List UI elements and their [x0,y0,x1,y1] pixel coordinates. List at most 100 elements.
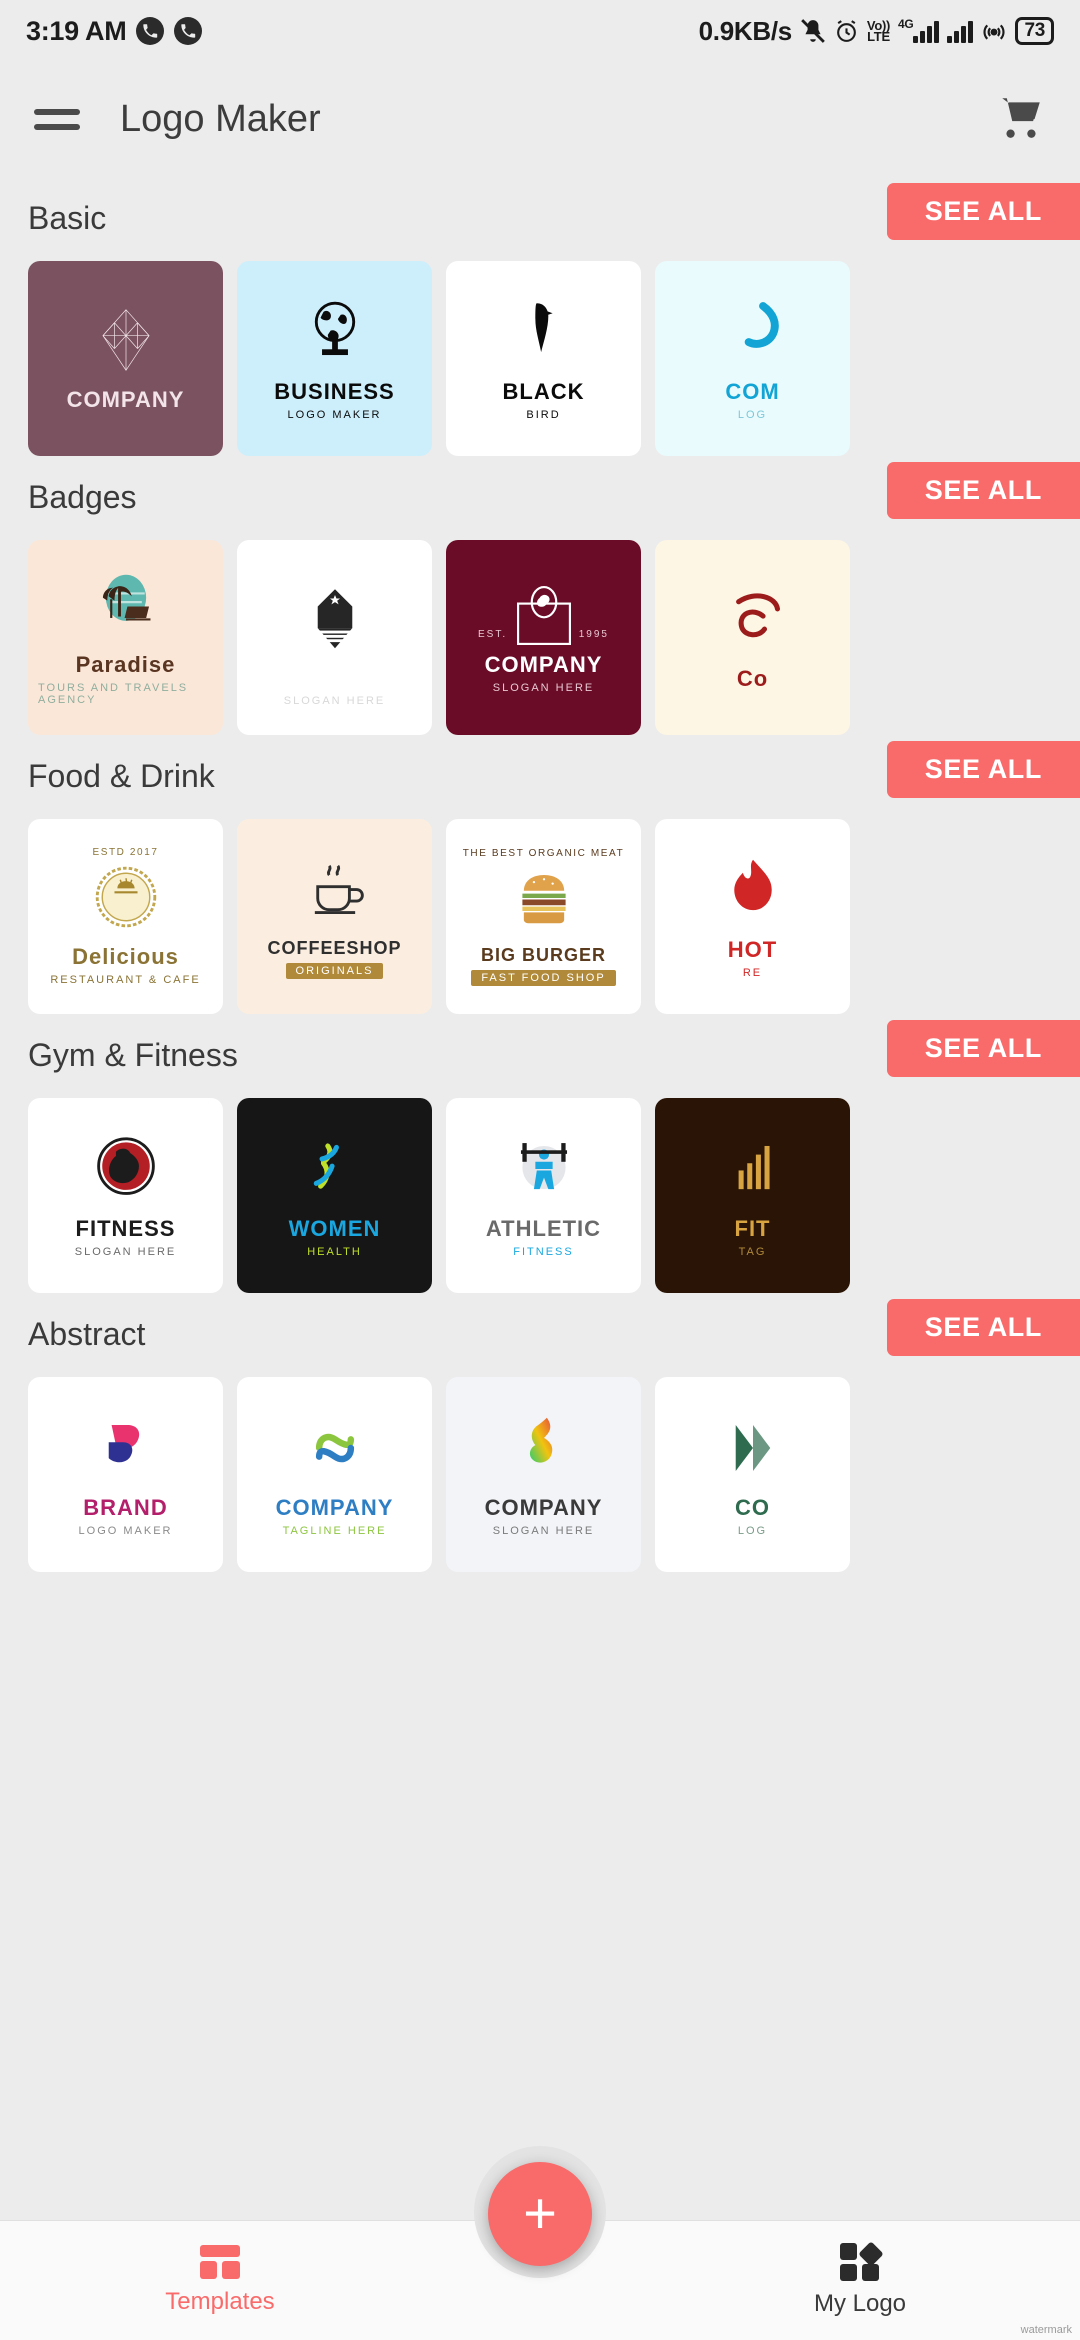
logo-art-wrap: COFFEESHOPORIGINALS [237,819,432,1014]
logo-subtitle: SLOGAN HERE [493,1525,594,1537]
black-bird-logo[interactable]: BLACKBIRD [446,261,641,456]
logo-graphic [707,1133,799,1210]
infinity-company-logo[interactable]: COMPANY TAGLINE HERE [237,1377,432,1572]
logo-title: ATHLETIC [486,1216,601,1242]
logo-subtitle: SLOGAN HERE [75,1246,176,1258]
logo-art-wrap: Co [655,540,850,735]
network-gen-label: 4G [898,19,913,30]
logo-title: COMPANY [67,387,185,413]
watermark: watermark [1021,2324,1072,2336]
deer-company-badge[interactable]: EST.1995COMPANYSLOGAN HERE [446,540,641,735]
logo-graphic [498,862,590,939]
see-all-button[interactable]: SEE ALL [887,462,1080,519]
logo-graphic [289,1133,381,1210]
logo-subtitle: LOG [738,409,767,421]
logo-est-label: ESTD 2017 [92,847,158,858]
section-title: Basic [28,200,106,237]
hot-red-logo[interactable]: HOTRE [655,819,850,1014]
hotspot-icon [981,18,1007,44]
logo-est-label: SINCE 1991 [299,568,371,579]
logo-title: COMPANY [485,1495,603,1521]
logo-subtitle: SLOGAN HERE [493,682,594,694]
logo-card-row[interactable]: ESTD 2017 Delicious RESTAURANT & CAFE COFFE… [0,819,1080,1014]
logo-card-row[interactable]: COMPANY BUSINESSLOGO MAKERBLACKBIRD COM LOG [0,261,1080,456]
see-all-button[interactable]: SEE ALL [887,741,1080,798]
hamburger-menu-icon[interactable] [34,100,80,139]
women-health-logo[interactable]: WOMENHEALTH [237,1098,432,1293]
logo-subtitle: LOG [738,1525,767,1537]
logo-title: WOMEN [289,1216,381,1242]
my-logo-icon [840,2243,880,2281]
call-icon [136,17,164,45]
nav-item-templates[interactable]: Templates [0,2245,440,2316]
coffeeshop-logo[interactable]: COFFEESHOPORIGINALS [237,819,432,1014]
logo-subtitle: RE [743,967,762,979]
nav-item-my-logo[interactable]: My Logo [640,2243,1080,2318]
since-1991-company-badge[interactable]: SINCE 1991COMPANYSLOGAN HERE [237,540,432,735]
athletic-fitness-logo[interactable]: ATHLETICFITNESS [446,1098,641,1293]
volte-bottom: LTE [867,29,890,44]
logo-graphic [707,854,799,931]
logo-graphic [80,861,172,938]
logo-title: Delicious [72,944,179,970]
signal-icon [947,19,973,43]
blue-company-logo[interactable]: COM LOG [655,261,850,456]
logo-card-row[interactable]: ParadiseTOURS AND TRAVELS AGENCYSINCE 19… [0,540,1080,735]
logo-graphic [498,1412,590,1489]
gradient-company-logo[interactable]: COMPANY SLOGAN HERE [446,1377,641,1572]
logo-title: COM [725,379,779,405]
logo-art-wrap: COLOG [655,1377,850,1572]
section-title: Gym & Fitness [28,1037,238,1074]
logo-title: Co [737,666,768,692]
logo-graphic [289,296,381,373]
logo-graphic [80,1133,172,1210]
logo-subtitle: RESTAURANT & CAFE [50,974,200,986]
logo-subtitle: SLOGAN HERE [284,695,385,707]
section-header: AbstractSEE ALL [0,1295,1080,1373]
see-all-button[interactable]: SEE ALL [887,1020,1080,1077]
logo-subtitle: TAG [739,1246,767,1258]
logo-title: COMPANY [276,1495,394,1521]
shopping-cart-icon[interactable] [996,92,1046,147]
delicious-restaurant-badge[interactable]: ESTD 2017 Delicious RESTAURANT & CAFE [28,819,223,1014]
add-icon[interactable]: + [488,2162,592,2266]
status-bar-left: 3:19 AM [26,16,202,47]
brand-logo-maker[interactable]: BRANDLOGO MAKER [28,1377,223,1572]
logo-graphic [289,582,381,659]
logo-art-wrap: BRANDLOGO MAKER [28,1377,223,1572]
logo-graphic [80,1412,172,1489]
script-coffee-badge[interactable]: Co [655,540,850,735]
logo-graphic [289,1412,381,1489]
logo-art-wrap: COMPANY [28,261,223,456]
logo-subtitle: BIRD [526,409,560,421]
status-time: 3:19 AM [26,16,126,47]
section-header: BadgesSEE ALL [0,458,1080,536]
see-all-button[interactable]: SEE ALL [887,1299,1080,1356]
logo-art-wrap: THE BEST ORGANIC MEATBIG BURGERFAST FOOD… [446,819,641,1014]
logo-subtitle: TAGLINE HERE [283,1525,387,1537]
logo-graphic [707,296,799,373]
green-co-logo[interactable]: COLOG [655,1377,850,1572]
see-all-button[interactable]: SEE ALL [887,183,1080,240]
sections-container: Basic SEE ALL COMPANY BUSINESSLOGO MAKERBLA… [0,179,1080,1572]
logo-card-row[interactable]: FITNESSSLOGAN HEREWOMENHEALTHATHLETICFIT… [0,1098,1080,1293]
logo-art-wrap: WOMENHEALTH [237,1098,432,1293]
diamond-company-logo[interactable]: COMPANY [28,261,223,456]
logo-graphic [498,582,590,659]
paradise-travel-badge[interactable]: ParadiseTOURS AND TRAVELS AGENCY [28,540,223,735]
fitness-bodybuilder-logo[interactable]: FITNESSSLOGAN HERE [28,1098,223,1293]
logo-art-wrap: SINCE 1991COMPANYSLOGAN HERE [237,540,432,735]
logo-graphic [707,1412,799,1489]
status-bar: 3:19 AM 0.9KB/s Vo)) LTE 4G 73 [0,0,1080,62]
section-gym-fitness: Gym & FitnessSEE ALLFITNESSSLOGAN HEREWO… [0,1016,1080,1293]
fit-gold-logo[interactable]: FITTAG [655,1098,850,1293]
section-abstract: AbstractSEE ALLBRANDLOGO MAKER COMPANY TAG… [0,1295,1080,1572]
big-burger-logo[interactable]: THE BEST ORGANIC MEATBIG BURGERFAST FOOD… [446,819,641,1014]
logo-card-row[interactable]: BRANDLOGO MAKERCOMPANYTAGLINE HERECOMPAN… [0,1377,1080,1572]
section-title: Food & Drink [28,758,215,795]
logo-title: Paradise [76,652,176,678]
logo-graphic [80,304,172,381]
section-header: Gym & Fitness SEE ALL [0,1016,1080,1094]
globe-business-logo[interactable]: BUSINESSLOGO MAKER [237,261,432,456]
logo-art-wrap: BUSINESSLOGO MAKER [237,261,432,456]
